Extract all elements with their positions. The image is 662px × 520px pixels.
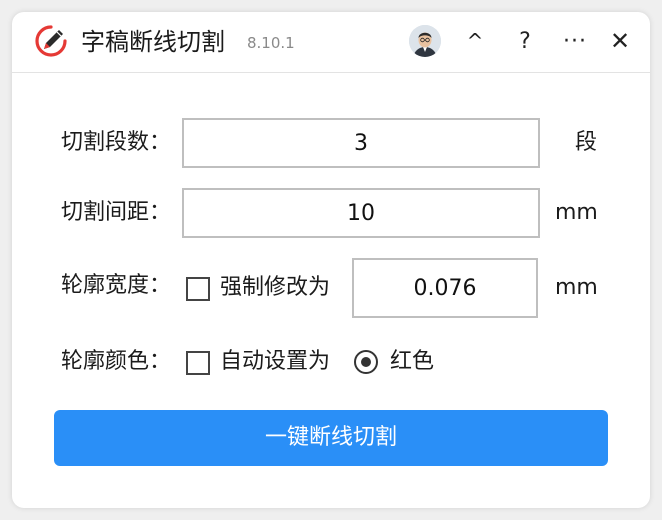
close-button[interactable]: ✕	[605, 24, 635, 58]
spacing-unit: mm	[555, 200, 598, 225]
outline-color-label: 轮廓颜色：	[61, 349, 172, 374]
app-logo-icon	[34, 24, 68, 58]
user-avatar[interactable]	[409, 25, 441, 57]
app-title: 字稿断线切割	[81, 28, 225, 56]
radio-selected-dot	[361, 357, 371, 367]
outline-width-label: 轮廓宽度：	[61, 273, 172, 298]
auto-color-label: 自动设置为	[220, 349, 331, 374]
collapse-button[interactable]: ^	[460, 24, 490, 58]
version-label: 8.10.1	[247, 34, 295, 52]
outline-width-unit: mm	[555, 275, 598, 300]
outline-width-input[interactable]	[352, 258, 538, 318]
spacing-label: 切割间距：	[61, 200, 172, 225]
segments-input[interactable]	[182, 118, 540, 168]
force-width-label: 强制修改为	[220, 275, 331, 300]
auto-color-checkbox[interactable]	[186, 351, 210, 375]
app-window: 字稿断线切割 8.10.1 ^ ? ··· ✕ 切割段数： 段 切割间距： mm…	[12, 12, 650, 508]
segments-label: 切割段数：	[61, 130, 172, 155]
title-bar: 字稿断线切割 8.10.1 ^ ? ··· ✕	[12, 12, 650, 73]
segments-unit: 段	[575, 130, 598, 155]
one-click-cut-button[interactable]: 一键断线切割	[54, 410, 608, 466]
more-options-button[interactable]: ···	[560, 24, 590, 58]
spacing-input[interactable]	[182, 188, 540, 238]
red-color-label: 红色	[390, 349, 435, 374]
help-button[interactable]: ?	[510, 24, 540, 58]
red-color-radio[interactable]	[354, 350, 378, 374]
force-width-checkbox[interactable]	[186, 277, 210, 301]
